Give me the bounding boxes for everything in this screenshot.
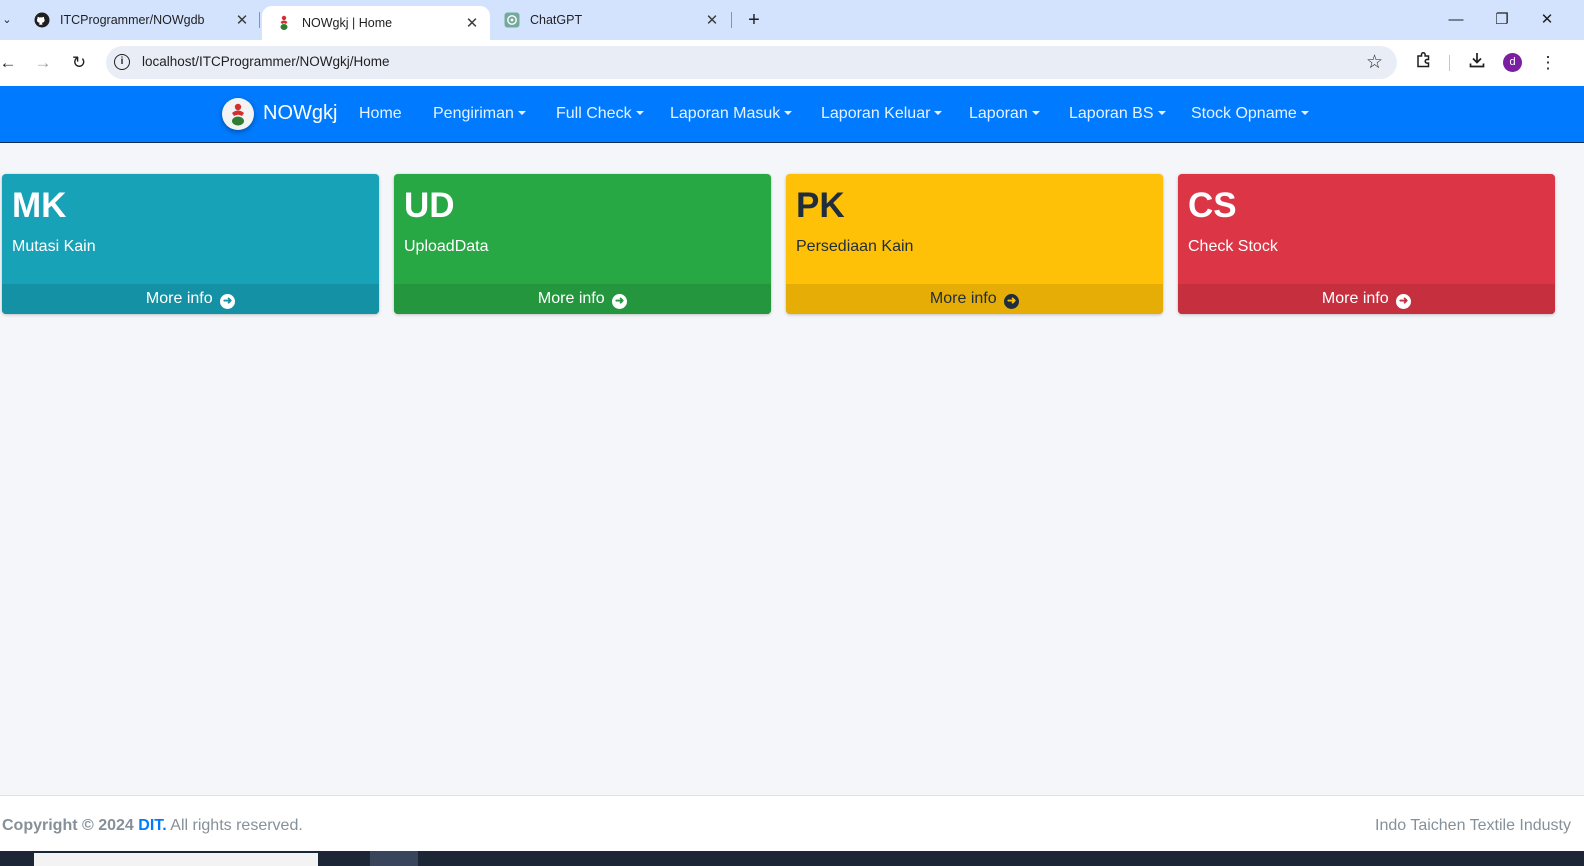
box-description: UploadData [404, 238, 489, 255]
nav-item-label: Laporan [969, 105, 1028, 122]
more-info-label: More info [145, 290, 213, 307]
rights-text: All rights reserved. [170, 817, 303, 834]
nav-item-laporan[interactable]: Laporan [969, 105, 1040, 123]
browser-tab-nowgdb[interactable]: ITCProgrammer/NOWgdb ✕ [20, 6, 260, 34]
small-box-check-stock: CS Check Stock More info ➜ [1178, 174, 1555, 314]
caret-down-icon [934, 111, 943, 115]
more-info-label: More info [1321, 290, 1389, 307]
footer-copyright: Copyright © 2024 DIT. All rights reserve… [2, 817, 303, 835]
new-tab-icon[interactable]: + [742, 8, 766, 32]
caret-down-icon [1157, 111, 1166, 115]
tab-search-icon[interactable]: ⌄ [0, 10, 14, 30]
box-description: Check Stock [1188, 238, 1278, 255]
tab-title: NOWgkj | Home [302, 16, 393, 30]
arrow-circle-right-icon: ➜ [612, 294, 628, 309]
address-url[interactable]: localhost/ITCProgrammer/NOWgkj/Home [142, 54, 390, 69]
footer-company-name: Indo Taichen Textile Industy [1375, 817, 1571, 834]
reload-icon[interactable]: ↻ [67, 51, 91, 75]
tab-divider [259, 12, 260, 28]
more-info-link[interactable]: More info ➜ [394, 284, 771, 314]
bookmark-star-icon[interactable]: ☆ [1366, 51, 1383, 74]
tab-title: ChatGPT [530, 13, 583, 27]
nav-item-pengiriman[interactable]: Pengiriman [433, 105, 526, 123]
tab-close-icon[interactable]: ✕ [462, 14, 482, 32]
more-info-link[interactable]: More info ➜ [786, 284, 1163, 314]
nav-item-label: Stock Opname [1191, 105, 1297, 122]
copyright-text: Copyright © 2024 [2, 817, 134, 834]
taskbar-app-button[interactable] [370, 851, 418, 866]
browser-tab-chatgpt[interactable]: ChatGPT ✕ [490, 6, 730, 34]
os-taskbar [0, 851, 1584, 866]
site-info-icon[interactable]: i [114, 54, 130, 70]
caret-down-icon [1031, 111, 1040, 115]
restore-icon[interactable]: ❐ [1487, 8, 1517, 32]
box-description: Mutasi Kain [12, 238, 96, 255]
more-info-link[interactable]: More info ➜ [1178, 284, 1555, 314]
browser-menu-icon[interactable]: ⋮ [1536, 51, 1560, 75]
nav-item-label: Laporan BS [1069, 105, 1154, 122]
page-footer: Copyright © 2024 DIT. All rights reserve… [0, 795, 1584, 852]
download-icon[interactable] [1465, 51, 1489, 75]
nav-item-laporan-masuk[interactable]: Laporan Masuk [670, 105, 793, 123]
tab-close-icon[interactable]: ✕ [232, 11, 252, 29]
box-code: PK [796, 186, 845, 225]
brand-logo-icon[interactable] [222, 98, 254, 130]
more-info-label: More info [537, 290, 605, 307]
browser-toolbar: ← → ↻ i localhost/ITCProgrammer/NOWgkj/H… [0, 40, 1584, 86]
company-link[interactable]: DIT. [138, 817, 166, 834]
caret-down-icon [635, 111, 644, 115]
tab-divider [731, 12, 732, 28]
caret-down-icon [1300, 111, 1309, 115]
tab-title: ITCProgrammer/NOWgdb [60, 13, 205, 27]
taskbar-search[interactable] [34, 853, 318, 866]
nav-item-laporan-keluar[interactable]: Laporan Keluar [821, 105, 943, 123]
chatgpt-icon [504, 12, 520, 28]
nav-item-laporan-bs[interactable]: Laporan BS [1069, 105, 1166, 123]
brand-name[interactable]: NOWgkj [263, 102, 337, 125]
toolbar-divider [1449, 55, 1450, 71]
forward-icon[interactable]: → [31, 51, 55, 75]
nav-item-label: Laporan Keluar [821, 105, 931, 122]
caret-down-icon [784, 111, 793, 115]
box-code: UD [404, 186, 455, 225]
small-box-persediaan-kain: PK Persediaan Kain More info ➜ [786, 174, 1163, 314]
caret-down-icon [517, 111, 526, 115]
more-info-label: More info [929, 290, 997, 307]
back-icon[interactable]: ← [0, 51, 20, 75]
minimize-icon[interactable]: — [1441, 8, 1471, 32]
browser-tab-home[interactable]: NOWgkj | Home ✕ [262, 6, 490, 40]
box-code: MK [12, 186, 67, 225]
nav-item-label: Full Check [556, 105, 632, 122]
more-info-link[interactable]: More info ➜ [2, 284, 379, 314]
nav-item-label: Laporan Masuk [670, 105, 781, 122]
github-icon [34, 12, 50, 28]
app-navbar: NOWgkj Home Pengiriman Full Check Lapora… [0, 86, 1584, 143]
nav-item-label: Pengiriman [433, 105, 514, 122]
box-description: Persediaan Kain [796, 238, 914, 255]
address-bar[interactable]: i localhost/ITCProgrammer/NOWgkj/Home ☆ [106, 46, 1397, 79]
nav-item-stock-opname[interactable]: Stock Opname [1191, 105, 1309, 123]
nav-item-home[interactable]: Home [359, 105, 402, 123]
arrow-circle-right-icon: ➜ [1396, 294, 1412, 309]
small-box-upload-data: UD UploadData More info ➜ [394, 174, 771, 314]
window-close-icon[interactable]: ✕ [1532, 8, 1562, 32]
small-box-mutasi-kain: MK Mutasi Kain More info ➜ [2, 174, 379, 314]
profile-avatar[interactable]: d [1503, 53, 1522, 72]
extensions-icon[interactable] [1412, 51, 1436, 75]
arrow-circle-right-icon: ➜ [1004, 294, 1020, 309]
app-favicon-icon [276, 15, 292, 31]
nav-item-full-check[interactable]: Full Check [556, 105, 644, 123]
nav-item-label: Home [359, 105, 402, 122]
browser-tab-strip: ⌄ ITCProgrammer/NOWgdb ✕ NOWgkj | Home ✕… [0, 0, 1584, 40]
tab-close-icon[interactable]: ✕ [702, 11, 722, 29]
arrow-circle-right-icon: ➜ [220, 294, 236, 309]
box-code: CS [1188, 186, 1237, 225]
